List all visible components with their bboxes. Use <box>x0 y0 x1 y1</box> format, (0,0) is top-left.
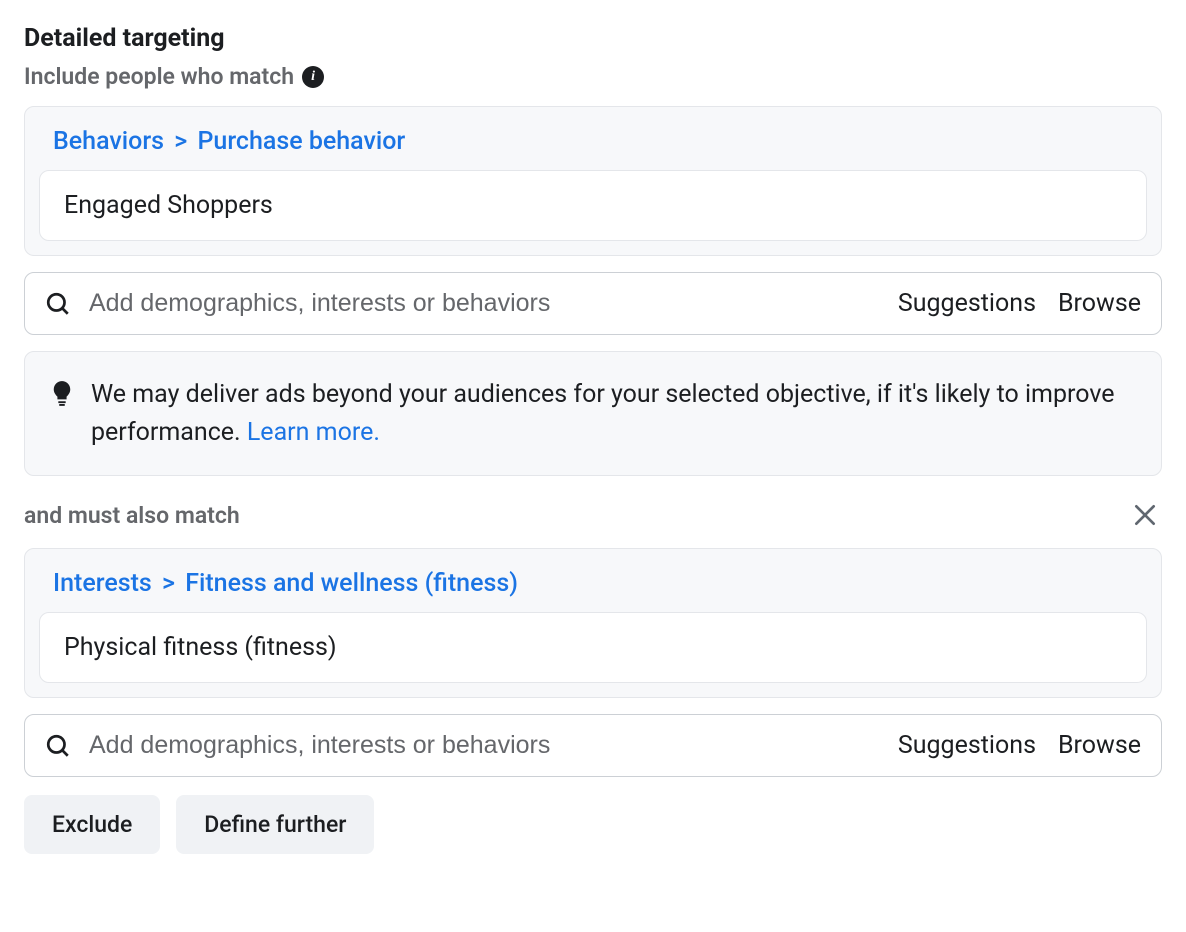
include-label: Include people who match <box>24 63 294 90</box>
search-icon <box>45 733 71 759</box>
search-row-2: Suggestions Browse <box>24 714 1162 777</box>
search-row-1: Suggestions Browse <box>24 272 1162 335</box>
breadcrumb-behaviors[interactable]: Behaviors <box>53 127 164 156</box>
remove-group-button[interactable] <box>1128 498 1162 532</box>
bottom-buttons: Exclude Define further <box>24 795 1162 854</box>
lightbulb-icon <box>51 376 73 406</box>
browse-button[interactable]: Browse <box>1058 289 1141 318</box>
exclude-button[interactable]: Exclude <box>24 795 160 854</box>
include-subheader: Include people who match i <box>24 63 1162 90</box>
breadcrumb-purchase-behavior[interactable]: Purchase behavior <box>197 127 405 156</box>
info-notice: We may deliver ads beyond your audiences… <box>24 351 1162 476</box>
info-icon[interactable]: i <box>302 66 324 88</box>
info-text-container: We may deliver ads beyond your audiences… <box>91 376 1135 451</box>
breadcrumb: Interests > Fitness and wellness (fitnes… <box>39 569 1147 612</box>
breadcrumb-separator: > <box>158 569 179 598</box>
learn-more-link[interactable]: Learn more. <box>247 418 380 447</box>
targeting-group-interests: Interests > Fitness and wellness (fitnes… <box>24 548 1162 698</box>
selected-item-engaged-shoppers[interactable]: Engaged Shoppers <box>39 170 1147 241</box>
browse-button[interactable]: Browse <box>1058 731 1141 760</box>
close-icon <box>1132 502 1158 528</box>
section-title: Detailed targeting <box>24 24 1162 53</box>
search-input[interactable] <box>71 289 898 318</box>
breadcrumb-interests[interactable]: Interests <box>53 569 152 598</box>
info-text: We may deliver ads beyond your audiences… <box>91 380 1115 447</box>
breadcrumb-separator: > <box>170 127 191 156</box>
selected-item-physical-fitness[interactable]: Physical fitness (fitness) <box>39 612 1147 683</box>
suggestions-button[interactable]: Suggestions <box>898 289 1036 318</box>
search-icon <box>45 291 71 317</box>
breadcrumb: Behaviors > Purchase behavior <box>39 127 1147 170</box>
search-input[interactable] <box>71 731 898 760</box>
must-also-match-header: and must also match <box>24 498 1162 532</box>
define-further-button[interactable]: Define further <box>176 795 374 854</box>
targeting-group-behaviors: Behaviors > Purchase behavior Engaged Sh… <box>24 106 1162 256</box>
breadcrumb-fitness-wellness[interactable]: Fitness and wellness (fitness) <box>185 569 518 598</box>
suggestions-button[interactable]: Suggestions <box>898 731 1036 760</box>
must-also-match-label: and must also match <box>24 502 240 529</box>
